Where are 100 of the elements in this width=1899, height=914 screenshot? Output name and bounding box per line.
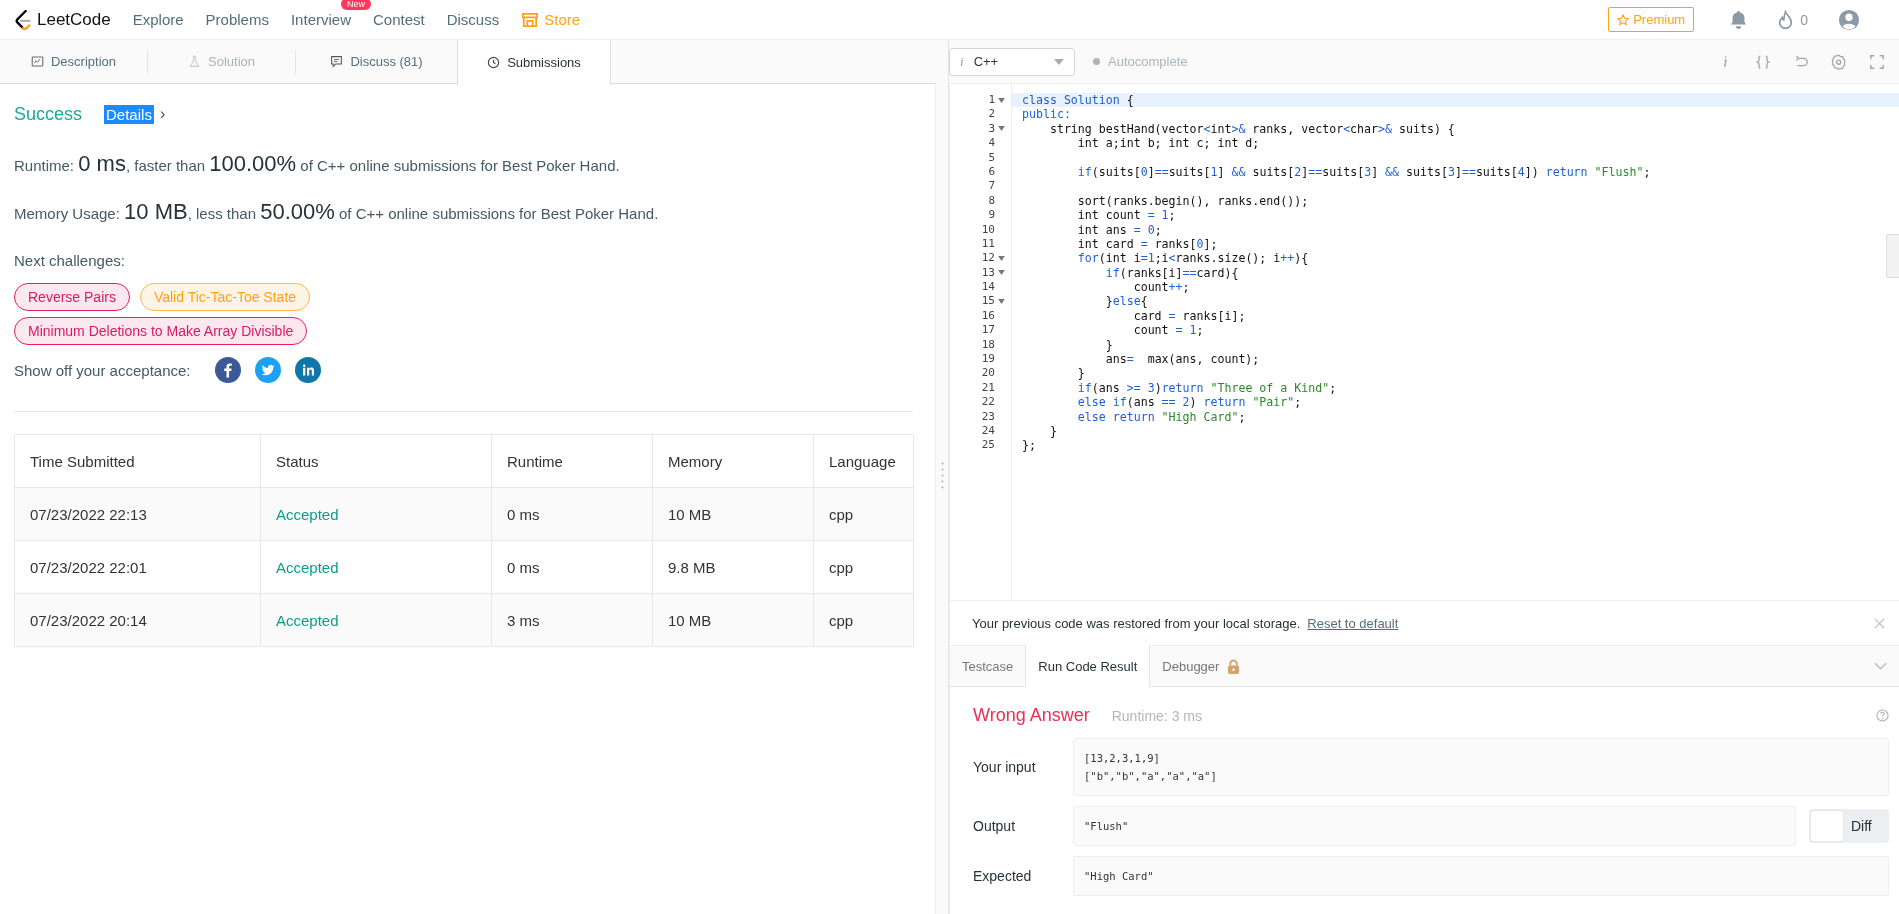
table-cell: 10 MB <box>652 593 814 647</box>
braces-icon[interactable] <box>1755 53 1771 70</box>
table-cell: 07/23/2022 22:01 <box>14 540 261 594</box>
fold-arrow-icon[interactable] <box>998 126 1005 132</box>
chevron-down-icon[interactable] <box>1874 662 1887 670</box>
bell-icon[interactable] <box>1730 10 1748 29</box>
panel-tab[interactable]: Discuss (81) <box>296 39 457 84</box>
table-cell: 0 ms <box>491 540 653 594</box>
reset-link[interactable]: Reset to default <box>1307 615 1399 631</box>
flame-icon[interactable] <box>1777 9 1795 30</box>
diff-toggle[interactable]: Diff <box>1809 809 1889 843</box>
facebook-icon[interactable] <box>214 357 241 383</box>
nav-link[interactable]: Problems <box>205 11 269 28</box>
line-number: 9 <box>988 208 995 223</box>
panel-tab[interactable]: Description <box>0 39 147 84</box>
details-link[interactable]: Details <box>104 104 154 124</box>
challenge-tag[interactable]: Minimum Deletions to Make Array Divisible <box>14 317 308 345</box>
console-tab[interactable]: Debugger <box>1150 645 1253 687</box>
console-tab[interactable]: Testcase <box>950 645 1026 687</box>
code-line: ans= max(ans, count); <box>1104 352 1261 367</box>
close-icon[interactable] <box>1874 617 1885 629</box>
fold-arrow-icon[interactable] <box>998 256 1005 261</box>
result-text: ["b","b","a","a","a"] <box>1084 769 1218 784</box>
code-line: int count = 1; <box>1076 208 1177 223</box>
line-number: 13 <box>981 265 995 281</box>
table-cell: 07/23/2022 20:14 <box>14 593 261 647</box>
line-number: 2 <box>988 107 995 122</box>
panel-tab[interactable]: Submissions <box>457 39 611 85</box>
field-label: Output <box>973 818 1017 834</box>
code-line: } <box>1104 337 1114 353</box>
code-line: } <box>1076 366 1086 381</box>
column-header: Time Submitted <box>14 434 261 488</box>
user-avatar-icon[interactable] <box>1838 8 1860 31</box>
line-number: 16 <box>981 308 995 324</box>
line-number: 23 <box>981 409 995 424</box>
lock-icon <box>1227 658 1241 674</box>
fold-arrow-icon[interactable] <box>998 299 1005 305</box>
table-cell: 9.8 MB <box>652 540 814 594</box>
nav-link[interactable]: Discuss <box>446 11 500 28</box>
notice-text: Your previous code was restored from your local storage. <box>972 615 1301 631</box>
table-cell: 07/23/2022 22:13 <box>14 487 261 541</box>
field-label: Your input <box>973 759 1037 775</box>
code-line: if(suits[0]==suits[1] && suits[2]==suits[3] && suits[3]==suits[4]) return "Flush"; <box>1076 164 1652 180</box>
column-header: Memory <box>652 434 814 488</box>
line-number: 20 <box>981 366 995 381</box>
settings-icon[interactable] <box>1831 53 1847 70</box>
runtime-text: Runtime: 3 ms <box>1111 707 1202 724</box>
line-number: 5 <box>988 150 995 165</box>
fold-arrow-icon[interactable] <box>998 270 1005 276</box>
table-cell: cpp <box>813 540 914 594</box>
status-link[interactable]: Accepted <box>260 593 492 647</box>
line-number: 24 <box>981 424 995 439</box>
line-number: 17 <box>981 323 995 338</box>
comment-icon <box>330 55 344 68</box>
line-number: 11 <box>981 236 995 252</box>
twitter-icon[interactable] <box>254 357 281 383</box>
code-line: else return "High Card"; <box>1076 409 1247 424</box>
share-label: Show off your acceptance: <box>14 361 191 379</box>
code-line: public: <box>1021 107 1072 122</box>
line-number: 3 <box>988 121 995 137</box>
linkedin-icon[interactable] <box>294 357 321 383</box>
code-line: else if(ans == 2) return "Pair"; <box>1076 395 1303 410</box>
line-number: 15 <box>981 294 995 309</box>
chart-icon <box>31 55 44 68</box>
table-cell: cpp <box>813 593 914 647</box>
status-link[interactable]: Accepted <box>260 487 492 541</box>
line-number: 6 <box>988 164 995 180</box>
fullscreen-icon[interactable] <box>1869 53 1885 70</box>
challenge-tag[interactable]: Reverse Pairs <box>14 283 130 311</box>
fold-arrow-icon[interactable] <box>998 97 1005 103</box>
status-link[interactable]: Accepted <box>260 540 492 594</box>
nav-link[interactable]: Interview <box>290 11 351 28</box>
result-text: [13,2,3,1,9] <box>1084 751 1161 766</box>
line-number: 7 <box>988 179 995 194</box>
line-number: 8 <box>988 193 995 209</box>
code-line: if(ranks[i]==card){ <box>1104 265 1240 281</box>
code-line: string bestHand(vector<int>& ranks, vector<char>& suits) { <box>1048 121 1456 137</box>
help-icon[interactable] <box>1876 709 1889 722</box>
streak-count: 0 <box>1800 11 1808 28</box>
line-number: 4 <box>988 136 995 151</box>
challenges-label: Next challenges: <box>14 252 126 269</box>
table-cell: 3 ms <box>491 593 653 647</box>
table-cell: 10 MB <box>652 487 814 541</box>
code-line: card = ranks[i]; <box>1132 308 1247 324</box>
verdict-text: Wrong Answer <box>973 705 1090 726</box>
new-badge: New <box>340 0 371 10</box>
nav-link[interactable]: Contest <box>373 11 425 28</box>
nav-link[interactable]: Explore <box>132 11 184 28</box>
stat-sentence: Runtime: 0 ms, faster than 100.00% of C++ online submissions for Best Poker Hand. <box>14 150 621 178</box>
code-line: int a;int b; int c; int d; <box>1076 136 1261 151</box>
line-number: 25 <box>981 438 995 453</box>
code-line: } <box>1048 424 1058 439</box>
table-cell: cpp <box>813 487 914 541</box>
result-status: Success <box>14 103 83 125</box>
console-tab[interactable]: Run Code Result <box>1025 645 1151 687</box>
code-line: }else{ <box>1104 294 1149 309</box>
line-number: 18 <box>981 337 995 353</box>
line-number: 12 <box>981 251 995 266</box>
language-select[interactable]: i C++ <box>949 47 1075 76</box>
logo-text[interactable]: LeetCode <box>37 9 111 30</box>
